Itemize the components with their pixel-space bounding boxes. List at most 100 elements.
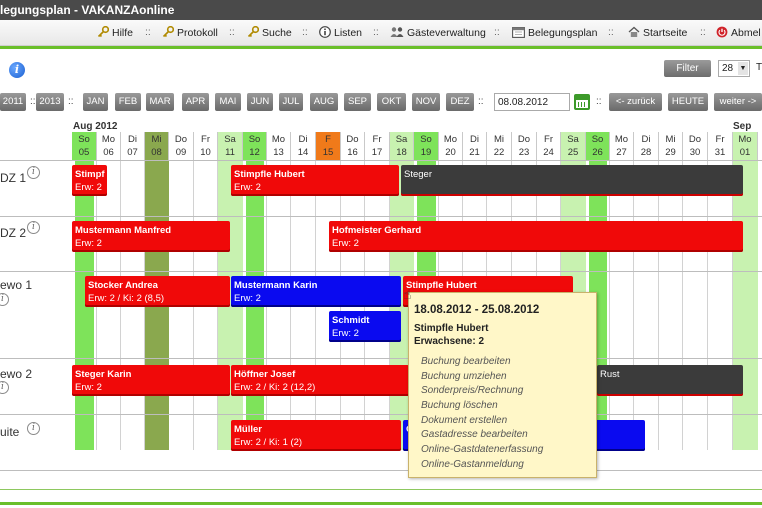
day-header-cell: Di 28 [634, 132, 659, 160]
day-header-cell: Di 14 [291, 132, 316, 160]
nav-suche[interactable]: Suche [247, 26, 292, 39]
footer-divider [0, 502, 762, 505]
booking-bar[interactable]: Stocker Andrea Erw: 2 / Ki: 2 (8,5) [85, 276, 230, 307]
days-select[interactable]: 28 ▼ [718, 60, 750, 77]
key-icon [162, 26, 174, 38]
back-button[interactable]: <- zurück [609, 93, 662, 111]
booking-bar[interactable]: Steger Karin Erw: 2 [72, 365, 230, 396]
month-nov-button[interactable]: NOV [412, 93, 440, 111]
grid-footer-line [0, 489, 762, 490]
home-icon [628, 26, 640, 37]
day-header-cell: Mi 08 [145, 132, 169, 160]
month-jul-button[interactable]: JUL [279, 93, 303, 111]
day-header-cell: So 19 [414, 132, 439, 160]
day-header-cell: Di 07 [121, 132, 145, 160]
room-info-icon[interactable]: i [27, 221, 40, 234]
action-move-booking[interactable]: Buchung umziehen [421, 371, 507, 382]
day-gridline [707, 160, 708, 450]
date-field[interactable]: 08.08.2012 [494, 93, 570, 111]
tooltip-guest-name: Stimpfle Hubert [414, 323, 489, 334]
booking-bar[interactable]: Stimpf Erw: 2 [72, 165, 107, 196]
info-icon[interactable]: i [9, 62, 25, 78]
month-label-sep: Sep [733, 121, 752, 132]
year-next-button[interactable]: 2013 [36, 93, 64, 111]
booking-bar[interactable]: Stimpfle Hubert Erw: 2 [231, 165, 399, 196]
forward-button[interactable]: weiter -> [714, 93, 762, 111]
today-button[interactable]: HEUTE [668, 93, 708, 111]
day-column-fill [733, 160, 758, 450]
room-info-icon[interactable]: i [27, 166, 40, 179]
day-header-cell: Mi 29 [659, 132, 683, 160]
month-jun-button[interactable]: JUN [247, 93, 273, 111]
nav-separator: :: [608, 26, 614, 38]
nav-separator: :: [302, 26, 308, 38]
filter-button[interactable]: Filter [664, 60, 711, 77]
month-sep-button[interactable]: SEP [344, 93, 371, 111]
booking-bar[interactable]: Rust [597, 365, 743, 396]
action-online-guest-registration[interactable]: Online-Gastanmeldung [421, 459, 524, 470]
monthbar-separator: :: [596, 96, 602, 107]
tooltip-adults: Erwachsene: 2 [414, 336, 485, 347]
room-info-icon[interactable]: i [27, 422, 40, 435]
day-header-cell: Fr 17 [365, 132, 390, 160]
month-jan-button[interactable]: JAN [83, 93, 108, 111]
day-header-cell: Do 16 [341, 132, 365, 160]
row-divider [0, 358, 762, 359]
nav-belegungsplan[interactable]: Belegungsplan [512, 26, 597, 39]
month-label-aug: Aug 2012 [73, 121, 118, 132]
room-label: DZ 1 [0, 171, 27, 185]
day-header-cell: Do 23 [512, 132, 537, 160]
booking-bar[interactable]: Schmidt Erw: 2 [329, 311, 401, 342]
booking-bar[interactable]: Hofmeister Gerhard Erw: 2 [329, 221, 743, 252]
booking-bar[interactable]: Mustermann Manfred Erw: 2 [72, 221, 230, 252]
month-apr-button[interactable]: APR [182, 93, 209, 111]
calendar-icon [512, 27, 525, 38]
room-info-icon[interactable]: i [0, 381, 9, 394]
month-okt-button[interactable]: OKT [377, 93, 406, 111]
room-label: DZ 2 [0, 226, 27, 240]
action-online-guest-data[interactable]: Online-Gastdatenerfassung [421, 444, 543, 455]
day-gridline [658, 160, 659, 450]
action-create-document[interactable]: Dokument erstellen [421, 415, 507, 426]
month-mar-button[interactable]: MAR [146, 93, 174, 111]
nav-separator: :: [373, 26, 379, 38]
nav-gaesteverwaltung[interactable]: Gästeverwaltung [390, 26, 486, 39]
booking-bar[interactable]: Müller Erw: 2 / Ki: 1 (2) [231, 420, 401, 451]
day-header-cell: Di 21 [463, 132, 487, 160]
day-header-cell: Do 09 [169, 132, 194, 160]
row-divider [0, 160, 762, 161]
action-edit-guest-address[interactable]: Gastadresse bearbeiten [421, 429, 528, 440]
room-label: ewo 1 [0, 278, 33, 292]
month-mai-button[interactable]: MAI [215, 93, 241, 111]
nav-abmelden[interactable]: Abmel [716, 26, 761, 39]
nav-protokoll[interactable]: Protokoll [162, 26, 218, 39]
nav-startseite[interactable]: Startseite [628, 26, 687, 39]
calendar-picker-icon[interactable] [574, 94, 590, 110]
day-header-cell: Sa 25 [561, 132, 586, 160]
day-header-cell: Sa 11 [218, 132, 243, 160]
month-dez-button[interactable]: DEZ [446, 93, 474, 111]
action-edit-booking[interactable]: Buchung bearbeiten [421, 356, 511, 367]
day-header-cell: So 05 [72, 132, 97, 160]
month-aug-button[interactable]: AUG [310, 93, 338, 111]
room-label: uite [0, 425, 20, 439]
booking-bar[interactable]: Mustermann Karin Erw: 2 [231, 276, 401, 307]
action-special-price[interactable]: Sonderpreis/Rechnung [421, 385, 523, 396]
day-header-cell: Sa 18 [390, 132, 414, 160]
monthbar-separator: :: [68, 96, 74, 107]
month-feb-button[interactable]: FEB [115, 93, 141, 111]
nav-listen[interactable]: Listen [319, 26, 362, 39]
nav-separator: :: [700, 26, 706, 38]
action-delete-booking[interactable]: Buchung löschen [421, 400, 498, 411]
booking-bar[interactable]: Höffner Josef Erw: 2 / Ki: 2 (12,2) [231, 365, 409, 396]
row-divider [0, 414, 762, 415]
year-prev-button[interactable]: 2011 [0, 93, 26, 111]
room-info-icon[interactable]: i [0, 293, 9, 306]
row-divider [0, 470, 762, 471]
day-header-cell: Do 30 [683, 132, 708, 160]
booking-bar[interactable]: Steger [401, 165, 743, 196]
day-header-cell: Mo 01 [733, 132, 758, 160]
users-icon [390, 27, 404, 37]
nav-hilfe[interactable]: Hilfe [97, 26, 133, 39]
day-header-cell: Mi 22 [487, 132, 512, 160]
